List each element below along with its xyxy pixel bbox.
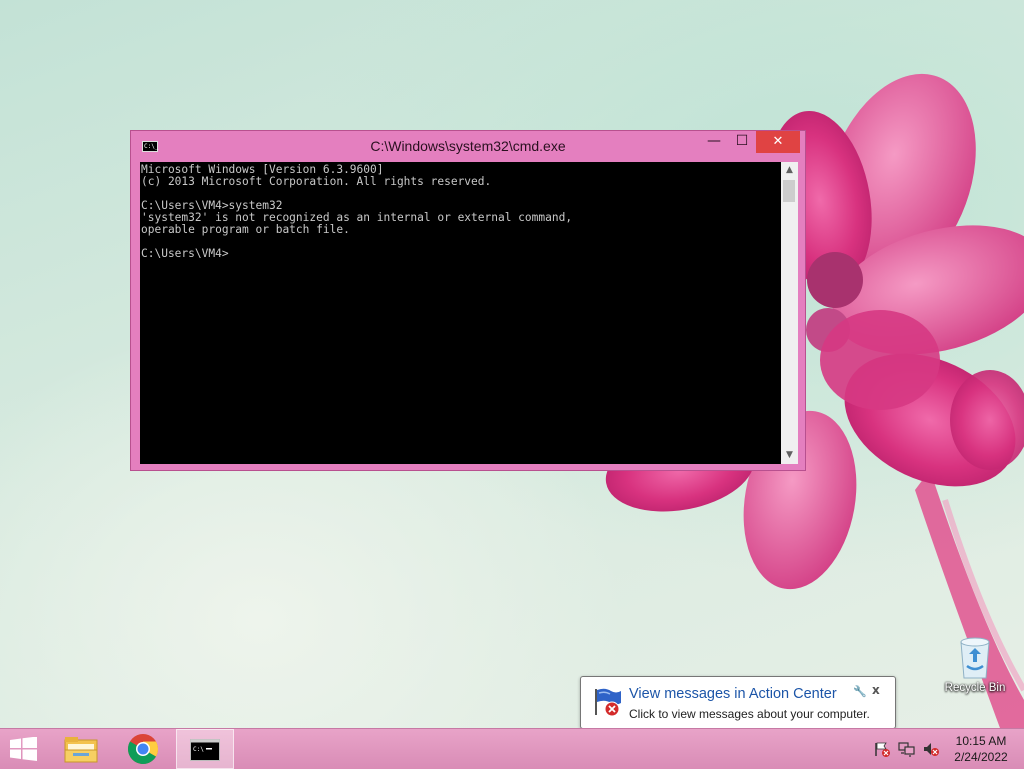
scroll-thumb[interactable] (783, 180, 795, 202)
action-center-notification[interactable]: View messages in Action Center Click to … (580, 676, 896, 742)
console-line: C:\Users\VM4> (141, 247, 229, 260)
taskbar-file-explorer[interactable] (52, 729, 110, 769)
recycle-bin-label: Recycle Bin (944, 682, 1006, 694)
scroll-up-arrow-icon[interactable]: ▲ (781, 162, 798, 179)
vertical-scrollbar[interactable]: ▲ ▼ (781, 162, 798, 464)
console-line: (c) 2013 Microsoft Corporation. All righ… (141, 175, 492, 188)
taskbar: C:\ 10:15 AM 2/24/2022 (0, 728, 1024, 769)
console-output[interactable]: Microsoft Windows [Version 6.3.9600] (c)… (140, 162, 781, 464)
svg-text:C:\: C:\ (193, 746, 204, 753)
console-text: Microsoft Windows [Version 6.3.9600] (c)… (141, 164, 572, 260)
scroll-down-arrow-icon[interactable]: ▼ (781, 447, 798, 464)
cmd-window[interactable]: C:\_ C:\Windows\system32\cmd.exe — ☐ ✕ M… (130, 130, 806, 471)
taskbar-clock[interactable]: 10:15 AM 2/24/2022 (945, 733, 1017, 765)
folder-icon (64, 737, 98, 763)
recycle-bin[interactable]: Recycle Bin (940, 630, 1010, 700)
taskbar-command-prompt[interactable]: C:\ (176, 729, 234, 769)
chrome-icon (127, 734, 159, 765)
windows-logo-icon (10, 737, 37, 761)
volume-muted-icon[interactable] (922, 741, 940, 757)
network-icon[interactable] (898, 741, 916, 757)
maximize-button[interactable]: ☐ (729, 131, 755, 153)
cmd-icon: C:\ (190, 739, 220, 761)
notification-message[interactable]: Click to view messages about your comput… (629, 707, 870, 721)
clock-time: 10:15 AM (955, 734, 1007, 748)
window-titlebar[interactable]: C:\_ C:\Windows\system32\cmd.exe — ☐ ✕ (131, 131, 805, 162)
console-line: operable program or batch file. (141, 223, 350, 236)
notification-title[interactable]: View messages in Action Center (629, 686, 837, 702)
recycle-bin-icon (960, 637, 990, 679)
close-button[interactable]: ✕ (756, 131, 800, 153)
taskbar-chrome[interactable] (114, 729, 172, 769)
notification-close-button[interactable]: x (872, 683, 880, 697)
minimize-button[interactable]: — (701, 131, 727, 153)
start-button[interactable] (0, 729, 48, 769)
notification-settings-icon[interactable]: 🔧 (853, 685, 867, 698)
action-center-tray-icon[interactable] (873, 741, 891, 757)
action-center-flag-icon (595, 688, 621, 717)
clock-date: 2/24/2022 (954, 750, 1008, 764)
